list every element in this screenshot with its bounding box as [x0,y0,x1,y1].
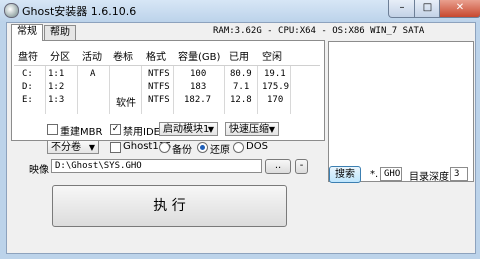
boot-module-select[interactable]: 启动模块1 ▼ [159,122,218,136]
cell-drive: C: [22,69,33,79]
image-label: 映像 [29,165,49,176]
remove-button[interactable]: - [295,159,308,174]
chevron-down-icon: ▼ [207,125,214,134]
wildcard-label: *. [370,169,379,180]
cell-free: 19.1 [264,69,286,79]
col-capacity: 容量(GB) [178,52,221,63]
col-drive: 盘符 [18,52,38,63]
cell-format: NTFS [148,95,170,105]
tab-general[interactable]: 常规 [11,24,43,41]
col-free: 空闲 [262,52,282,63]
grid-line [77,66,78,114]
depth-label: 目录深度 [409,172,449,183]
grid-line [45,66,46,114]
col-partition: 分区 [50,52,70,63]
col-used: 已用 [229,52,249,63]
cell-capacity: 182.7 [184,95,212,105]
rebuild-mbr-label: 重建MBR [60,127,103,138]
close-button[interactable]: ✕ [439,0,480,18]
depth-field[interactable]: 3 [450,167,468,181]
grid-line [141,66,142,114]
cell-free: 170 [267,95,284,105]
compression-select[interactable]: 快速压缩 ▼ [225,122,279,136]
compression-value: 快速压缩 [229,124,269,135]
maximize-button[interactable]: □ [414,0,441,18]
boot-module-value: 启动模块1 [163,124,210,135]
cell-partition: 1:1 [48,69,65,79]
cell-format: NTFS [148,69,170,79]
grid-line [290,66,291,114]
extension-field[interactable]: GHO [380,167,402,181]
cell-active: A [90,69,96,79]
split-select[interactable]: 不分卷 ▼ [47,140,99,154]
restore-radio[interactable] [197,142,208,153]
chevron-down-icon: ▼ [268,125,275,134]
cell-free: 175.9 [262,82,290,92]
rebuild-mbr-checkbox[interactable] [47,124,58,135]
title-bar: Ghost安装器 1.6.10.6 – □ ✕ [0,0,480,22]
restore-label: 还原 [210,145,230,156]
grid-line [109,66,110,114]
col-label: 卷标 [113,52,133,63]
radio-dot [200,145,205,150]
main-panel: RAM:3.62G - CPU:X64 - OS:X86 WIN_7 SATA … [6,22,476,254]
dos-label: DOS [246,141,268,152]
search-button[interactable]: 搜索 [329,166,361,183]
cell-drive: E: [22,95,33,105]
cell-capacity: 100 [190,69,207,79]
col-format: 格式 [146,52,166,63]
dos-radio[interactable] [233,142,244,153]
image-path-field[interactable]: D:\Ghost\SYS.GHO [51,159,262,173]
cell-partition: 1:2 [48,82,65,92]
cell-used: 7.1 [233,82,250,92]
cell-used: 12.8 [230,95,252,105]
grid-line [257,66,258,114]
ghost-app-icon [4,3,19,18]
window-title: Ghost安装器 1.6.10.6 [22,5,137,18]
browse-button[interactable]: .. [265,159,291,174]
cell-partition: 1:3 [48,95,65,105]
cell-format: NTFS [148,82,170,92]
cell-drive: D: [22,82,33,92]
header-divider [14,65,320,66]
minimize-button[interactable]: – [388,0,416,18]
cell-label: 软件 [116,98,136,109]
backup-radio[interactable] [159,142,170,153]
cell-used: 80.9 [230,69,252,79]
image-list[interactable] [328,41,474,182]
grid-line [173,66,174,114]
execute-button[interactable]: 执 行 [52,185,287,227]
split-value: 不分卷 [51,142,81,153]
grid-line [224,66,225,114]
cell-capacity: 183 [190,82,207,92]
chevron-down-icon: ▼ [88,143,95,152]
ghost115-checkbox[interactable] [110,142,121,153]
system-info: RAM:3.62G - CPU:X64 - OS:X86 WIN_7 SATA [213,26,425,36]
col-active: 活动 [82,52,102,63]
backup-label: 备份 [172,145,192,156]
disable-ide-label: 禁用IDE [123,127,160,138]
disable-ide-checkbox[interactable]: ✓ [110,124,121,135]
tab-help[interactable]: 帮助 [44,25,76,40]
